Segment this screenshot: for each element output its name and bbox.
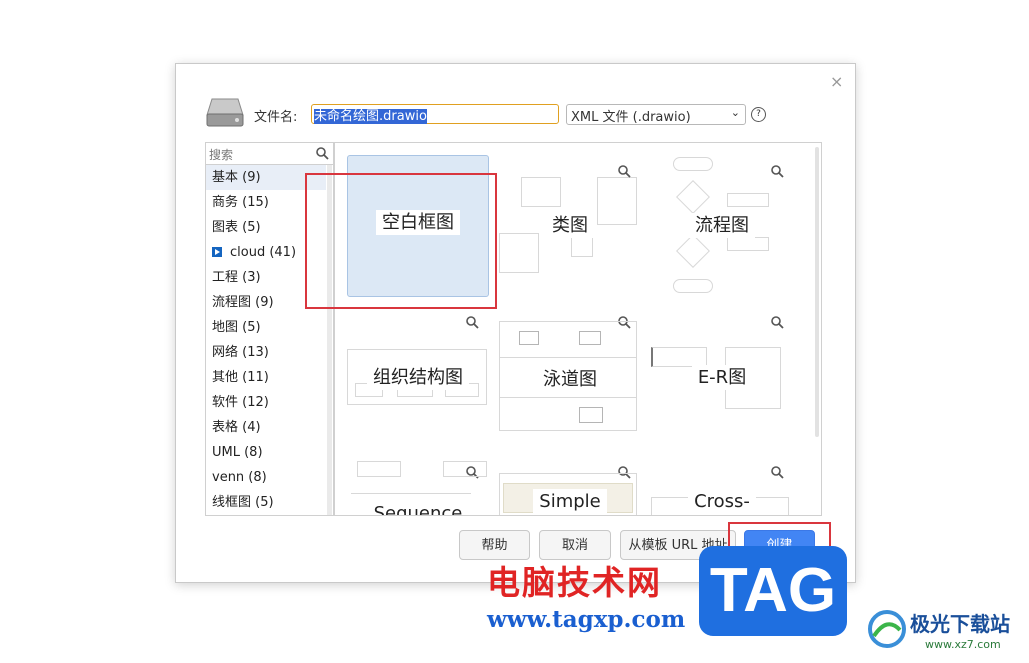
chevron-down-icon: ⌄	[730, 106, 740, 119]
zoom-icon[interactable]	[771, 466, 784, 479]
template-label: 类图	[499, 211, 641, 238]
category-item[interactable]: 线框图 (5)	[206, 490, 326, 515]
template-label: Simple	[499, 489, 641, 514]
aurora-logo-icon	[868, 610, 906, 648]
category-item[interactable]: 网络 (13)	[206, 340, 326, 365]
template-cross-functional[interactable]: Cross-	[651, 483, 793, 515]
close-icon[interactable]: ×	[830, 72, 843, 91]
filename-input[interactable]: 未命名绘图.drawio	[311, 104, 559, 124]
drive-icon	[206, 98, 244, 127]
template-label: 泳道图	[499, 365, 641, 392]
zoom-icon[interactable]	[618, 165, 631, 178]
filename-value: 未命名绘图.drawio	[314, 109, 427, 124]
highlight-box	[305, 173, 497, 309]
search-input[interactable]: 搜索	[206, 143, 333, 165]
template-simple[interactable]: Simple	[499, 473, 641, 515]
category-item[interactable]: 其他 (11)	[206, 365, 326, 390]
category-item[interactable]: UML (8)	[206, 440, 326, 465]
filename-label: 文件名:	[254, 110, 298, 125]
template-label: E-R图	[651, 363, 793, 390]
search-placeholder: 搜索	[209, 148, 234, 162]
zoom-icon[interactable]	[771, 165, 784, 178]
category-item[interactable]: venn (8)	[206, 465, 326, 490]
watermark-url: www.tagxp.com	[487, 606, 686, 633]
template-label: 流程图	[651, 211, 793, 238]
category-item[interactable]: 地图 (5)	[206, 315, 326, 340]
template-swimlane[interactable]: 泳道图	[499, 321, 641, 463]
watermark-site-name: 极光下载站	[910, 612, 1010, 636]
template-er-diagram[interactable]: E-R图	[651, 339, 793, 481]
template-label: 组织结构图	[347, 363, 489, 390]
watermark-text: 电脑技术网	[487, 563, 662, 602]
zoom-icon[interactable]	[466, 316, 479, 329]
filetype-select[interactable]: XML 文件 (.drawio) ⌄	[566, 104, 746, 125]
category-item[interactable]: 表格 (4)	[206, 415, 326, 440]
watermark-tag-logo: TAG	[699, 546, 847, 636]
search-icon	[316, 147, 329, 160]
help-icon[interactable]: ?	[751, 107, 766, 122]
template-label: Cross-	[651, 489, 793, 514]
watermark-site-url: www.xz7.com	[925, 638, 1001, 651]
grid-scrollbar[interactable]	[815, 147, 819, 437]
template-sequence[interactable]: Sequence	[347, 459, 489, 516]
filetype-value: XML 文件 (.drawio)	[571, 110, 691, 125]
category-item[interactable]: 软件 (12)	[206, 390, 326, 415]
zoom-icon[interactable]	[771, 316, 784, 329]
template-label: Sequence	[373, 503, 463, 516]
expand-icon[interactable]	[212, 247, 222, 257]
